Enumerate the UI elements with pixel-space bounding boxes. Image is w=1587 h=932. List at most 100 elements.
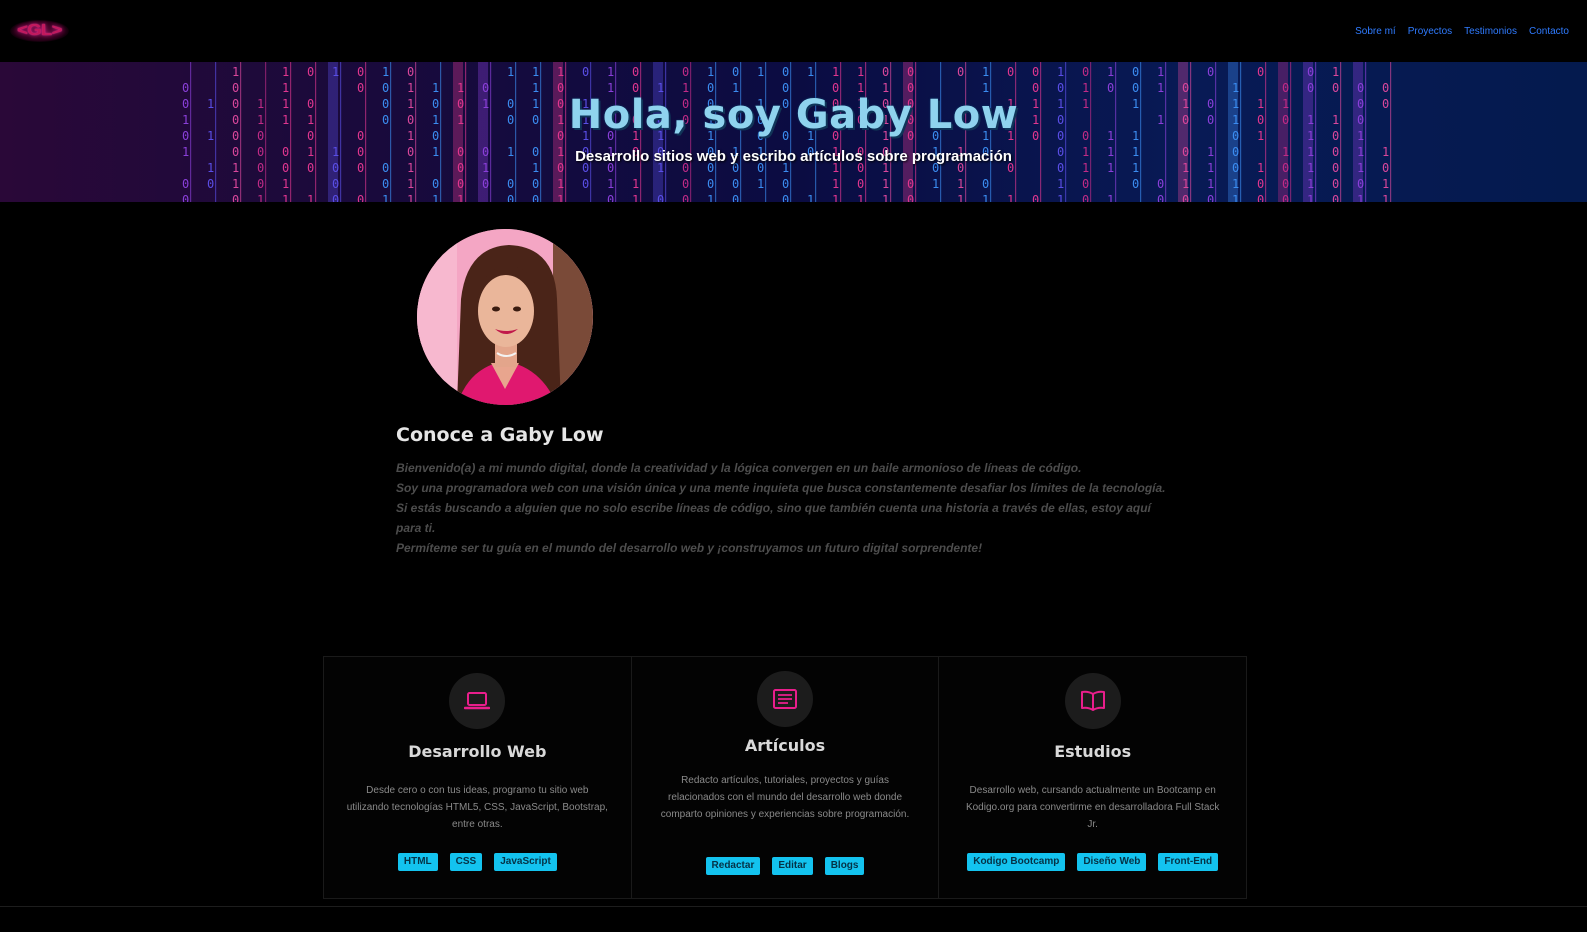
book-icon — [1064, 673, 1121, 729]
binary-digit: 0 — [732, 193, 739, 202]
tag: Redactar — [705, 857, 761, 875]
navbar: <GL> Sobre mí Proyectos Testimonios Cont… — [0, 0, 1587, 62]
binary-digit: 1 — [632, 193, 639, 202]
binary-digit: 1 — [1057, 193, 1064, 202]
tag: Editar — [772, 857, 813, 875]
hero-title: Hola, soy Gaby Low — [568, 92, 1019, 138]
binary-digit: 0 — [1207, 65, 1214, 79]
binary-digit: 0 — [507, 177, 514, 191]
binary-digit: 0 — [432, 177, 439, 191]
service-title: Desarrollo Web — [408, 742, 547, 761]
site-logo[interactable]: <GL> — [10, 20, 69, 42]
nav-links: Sobre mí Proyectos Testimonios Contacto — [1355, 26, 1569, 37]
binary-digit: 0 — [582, 65, 589, 79]
binary-digit: 1 — [1307, 177, 1314, 191]
tag: Blogs — [824, 857, 865, 875]
binary-digit: 1 — [707, 65, 714, 79]
binary-digit: 0 — [1082, 65, 1089, 79]
binary-digit: 0 — [907, 193, 914, 202]
binary-digit: 0 — [1157, 177, 1164, 191]
binary-digit: 0 — [982, 177, 989, 191]
binary-digit: 0 — [1282, 193, 1289, 202]
binary-digit: 0 — [1307, 65, 1314, 79]
binary-digit: 0 — [232, 193, 239, 202]
binary-digit: 1 — [1107, 65, 1114, 79]
binary-digit: 1 — [1382, 193, 1389, 202]
binary-digit: 1 — [882, 193, 889, 202]
binary-digit: 1 — [557, 193, 564, 202]
binary-digit: 1 — [1307, 193, 1314, 202]
binary-digit: 0 — [1032, 193, 1039, 202]
binary-digit: 0 — [732, 65, 739, 79]
binary-digit: 0 — [382, 177, 389, 191]
binary-digit: 1 — [707, 193, 714, 202]
binary-digit: 0 — [532, 193, 539, 202]
binary-digit: 1 — [757, 177, 764, 191]
binary-digit: 1 — [282, 193, 289, 202]
binary-digit: 1 — [982, 65, 989, 79]
binary-digit: 0 — [1207, 193, 1214, 202]
service-tags: Redactar Editar Blogs — [632, 857, 939, 875]
tag: Diseño Web — [1077, 853, 1147, 871]
service-tags: HTML CSS JavaScript — [324, 853, 631, 871]
service-title: Artículos — [744, 736, 826, 755]
binary-digit: 0 — [357, 193, 364, 202]
about-text: Bienvenido(a) a mi mundo digital, donde … — [396, 458, 1176, 558]
binary-digit: 1 — [1232, 177, 1239, 191]
binary-digit: 0 — [1132, 65, 1139, 79]
binary-digit: 1 — [332, 65, 339, 79]
binary-digit: 1 — [832, 177, 839, 191]
binary-digit: 1 — [1182, 177, 1189, 191]
binary-digit: 0 — [582, 177, 589, 191]
service-tags: Kodigo Bootcamp Diseño Web Front-End — [939, 853, 1246, 871]
binary-digit: 1 — [407, 193, 414, 202]
binary-digit: 1 — [882, 177, 889, 191]
binary-digit: 0 — [332, 177, 339, 191]
binary-digit: 1 — [1157, 65, 1164, 79]
binary-digit: 0 — [357, 65, 364, 79]
binary-digit: 0 — [782, 65, 789, 79]
service-description: Desarrollo web, cursando actualmente un … — [965, 785, 1220, 830]
binary-digit: 0 — [182, 177, 189, 191]
binary-digit: 1 — [1357, 193, 1364, 202]
binary-digit: 1 — [1332, 65, 1339, 79]
binary-digit: 1 — [432, 193, 439, 202]
binary-digit: 0 — [707, 177, 714, 191]
binary-digit: 1 — [457, 193, 464, 202]
binary-digit: 0 — [457, 177, 464, 191]
nav-link-testimonios[interactable]: Testimonios — [1464, 26, 1517, 37]
binary-digit: 0 — [857, 177, 864, 191]
binary-digit: 0 — [607, 193, 614, 202]
binary-digit: 0 — [1182, 193, 1189, 202]
binary-digit: 0 — [957, 65, 964, 79]
laptop-icon — [449, 673, 506, 729]
binary-digit: 0 — [632, 65, 639, 79]
binary-digit: 1 — [557, 177, 564, 191]
binary-digit: 0 — [1157, 193, 1164, 202]
footer-divider — [0, 906, 1587, 907]
binary-digit: 0 — [532, 177, 539, 191]
binary-digit: 0 — [482, 177, 489, 191]
binary-digit: 0 — [1357, 177, 1364, 191]
nav-link-contacto[interactable]: Contacto — [1529, 26, 1569, 37]
binary-digit: 1 — [932, 177, 939, 191]
binary-digit: 1 — [557, 65, 564, 79]
tag: JavaScript — [494, 853, 557, 871]
nav-link-sobre-mi[interactable]: Sobre mí — [1355, 26, 1396, 37]
about-paragraph: Bienvenido(a) a mi mundo digital, donde … — [396, 461, 1082, 475]
binary-digit: 1 — [257, 193, 264, 202]
binary-digit: 0 — [907, 65, 914, 79]
binary-digit: 0 — [257, 177, 264, 191]
binary-digit: 0 — [1082, 177, 1089, 191]
binary-digit: 0 — [207, 177, 214, 191]
binary-digit: 0 — [682, 65, 689, 79]
binary-digit: 1 — [857, 65, 864, 79]
binary-digit: 1 — [632, 177, 639, 191]
binary-digit: 0 — [1282, 177, 1289, 191]
binary-digit: 1 — [1057, 177, 1064, 191]
binary-digit: 0 — [907, 177, 914, 191]
binary-digit: 1 — [382, 193, 389, 202]
nav-link-proyectos[interactable]: Proyectos — [1408, 26, 1452, 37]
binary-digit: 0 — [657, 193, 664, 202]
binary-digit: 0 — [1332, 177, 1339, 191]
